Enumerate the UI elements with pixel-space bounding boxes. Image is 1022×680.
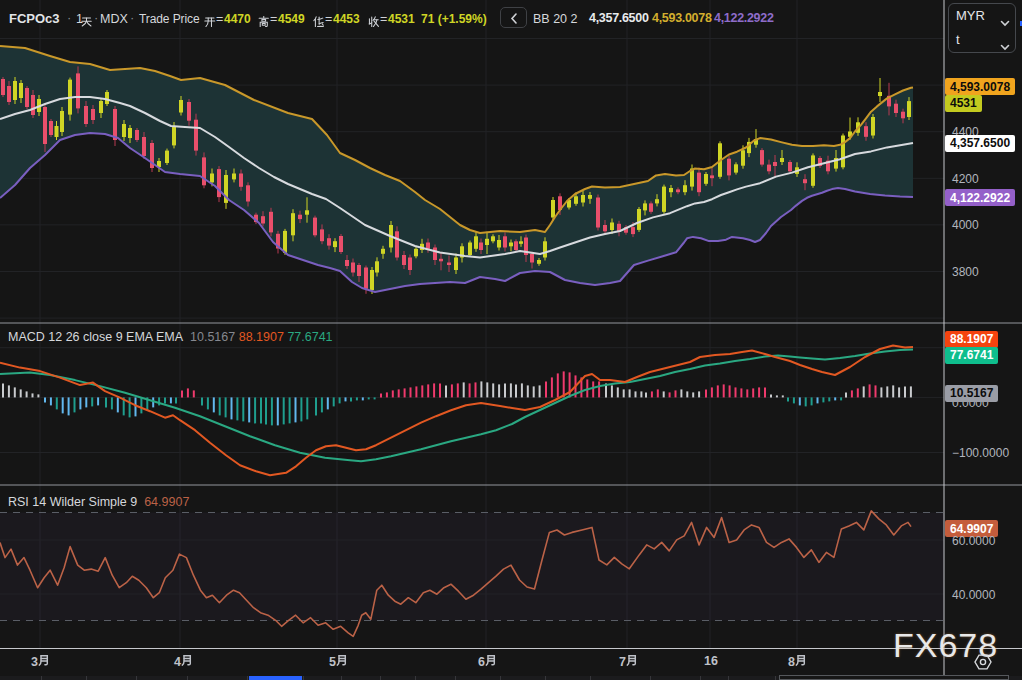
svg-text:FX678: FX678 [893, 626, 998, 664]
